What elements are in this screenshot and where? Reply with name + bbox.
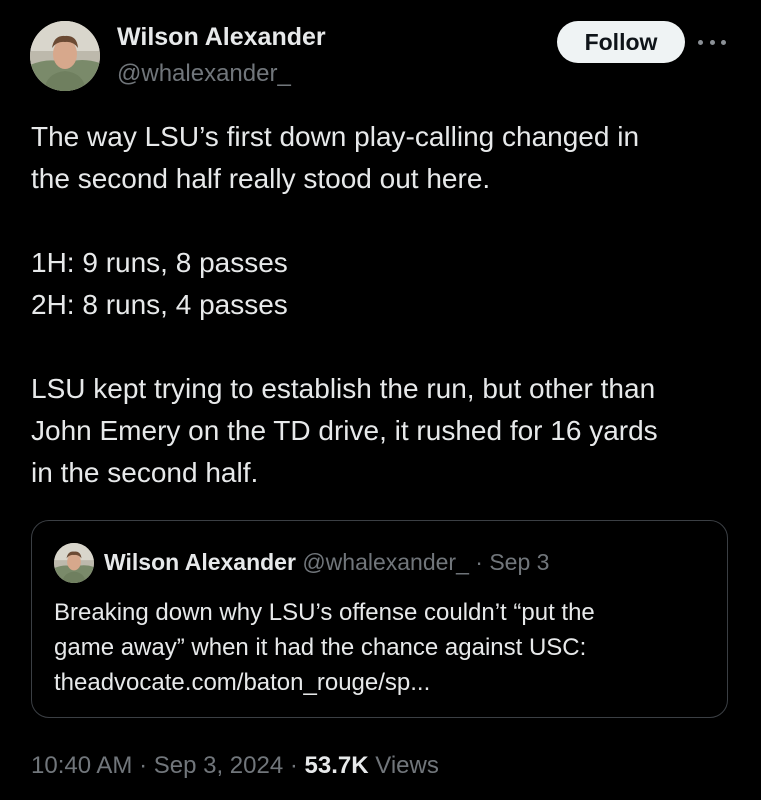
quote-line: Breaking down why LSU’s offense couldn’t… xyxy=(54,599,595,626)
quoted-tweet-card[interactable]: Wilson Alexander @whalexander_ · Sep 3 B… xyxy=(31,520,728,718)
tweet-time[interactable]: 10:40 AM xyxy=(31,752,132,779)
quote-author-name: Wilson Alexander xyxy=(104,549,296,575)
tweet-line: The way LSU’s first down play-calling ch… xyxy=(31,121,640,152)
quote-text: Breaking down why LSU’s offense couldn’t… xyxy=(54,595,714,700)
follow-button[interactable]: Follow xyxy=(557,21,685,63)
tweet-line: the second half really stood out here. xyxy=(31,163,491,194)
tweet-line: LSU kept trying to establish the run, bu… xyxy=(31,373,656,404)
quote-author-handle: @whalexander_ xyxy=(302,549,469,575)
tweet-line: 2H: 8 runs, 4 passes xyxy=(31,289,288,320)
quote-header: Wilson Alexander @whalexander_ · Sep 3 xyxy=(104,549,549,576)
tweet-date[interactable]: Sep 3, 2024 xyxy=(154,752,283,779)
author-name[interactable]: Wilson Alexander xyxy=(117,23,326,52)
quote-date: Sep 3 xyxy=(489,549,550,575)
quote-separator: · xyxy=(475,549,483,575)
views-count: 53.7K xyxy=(304,752,369,779)
footer-separator: · xyxy=(289,752,298,779)
avatar-photo xyxy=(54,543,94,583)
views-label: Views xyxy=(375,752,439,779)
more-horizontal-icon[interactable] xyxy=(698,38,726,46)
more-dot xyxy=(698,39,703,45)
tweet-footer: 10:40 AM · Sep 3, 2024 · 53.7K Views xyxy=(31,752,439,780)
quote-link: theadvocate.com/baton_rouge/sp... xyxy=(54,669,431,696)
quote-author-avatar xyxy=(54,543,94,583)
quote-line: game away” when it had the chance agains… xyxy=(54,634,587,661)
tweet-text: The way LSU’s first down play-calling ch… xyxy=(31,116,741,494)
tweet-line: in the second half. xyxy=(31,457,259,488)
more-dot xyxy=(709,39,715,45)
tweet-line: 1H: 9 runs, 8 passes xyxy=(31,247,288,278)
author-avatar[interactable] xyxy=(30,21,100,91)
more-dot xyxy=(721,39,726,45)
tweet-line: John Emery on the TD drive, it rushed fo… xyxy=(31,415,658,446)
avatar-photo xyxy=(30,21,100,91)
footer-separator: · xyxy=(139,752,148,779)
author-handle[interactable]: @whalexander_ xyxy=(117,60,291,88)
